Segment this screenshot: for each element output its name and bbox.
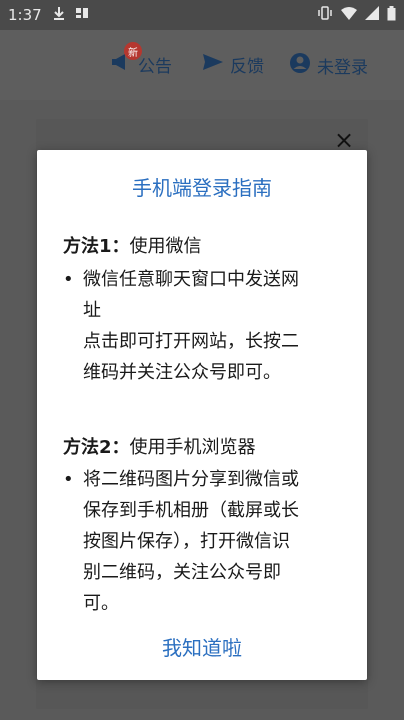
announcement-badge: 新 (124, 42, 142, 60)
user-icon (289, 52, 317, 79)
wifi-icon (341, 6, 357, 24)
method1-line: 维码并关注公众号即可。 (83, 362, 281, 383)
vibrate-icon (317, 6, 333, 24)
method2-line: 保存到手机相册（截屏或长 (83, 500, 299, 521)
bullet-dot-icon: • (63, 469, 74, 490)
app-header: 新 公告 反馈 未登录 (0, 30, 404, 100)
battery-icon (387, 5, 396, 25)
status-bar: 1:37 (0, 0, 404, 30)
signal-icon (365, 6, 379, 24)
send-icon (202, 52, 230, 77)
login-button[interactable]: 未登录 (289, 52, 368, 79)
method1-text: 微信任意聊天窗口中发送网 址 (83, 264, 333, 326)
bullet-dot-icon: • (63, 269, 74, 290)
method1-colon: ： (111, 236, 130, 257)
feedback-label: 反馈 (230, 57, 264, 77)
feedback-button[interactable]: 反馈 (202, 52, 264, 77)
method2-bullet: • 将二维码图片分享到微信或 保存到手机相册（截屏或长 按图片保存），打开微信识… (63, 464, 333, 624)
method2-heading: 方法2：使用手机浏览器 (63, 433, 256, 459)
announcement-button[interactable]: 新 公告 (110, 42, 172, 77)
method2-text: 将二维码图片分享到微信或 保存到手机相册（截屏或长 按图片保存），打开微信识 别… (83, 464, 333, 619)
method2-name: 使用手机浏览器 (129, 437, 256, 458)
app-notification-icon (74, 6, 90, 24)
login-label: 未登录 (317, 58, 368, 78)
status-time: 1:37 (8, 6, 42, 24)
method2-line: 按图片保存），打开微信识 (83, 531, 290, 552)
megaphone-icon: 新 (110, 42, 142, 77)
method1-name: 使用微信 (129, 236, 202, 257)
method2-label: 方法2 (63, 437, 112, 458)
method1-heading: 方法1：使用微信 (63, 232, 202, 258)
method2-line: 可。 (83, 593, 119, 614)
download-icon (52, 6, 66, 24)
method2-line: 将二维码图片分享到微信或 (83, 469, 299, 490)
method1-line: 址 (83, 300, 101, 321)
login-guide-dialog: 手机端登录指南 方法1：使用微信 • 微信任意聊天窗口中发送网 址 点击即可打开… (37, 150, 367, 680)
method1-continuation: 点击即可打开网站，长按二 维码并关注公众号即可。 (63, 326, 333, 396)
method1-label: 方法1 (63, 236, 112, 257)
method1-text-cont: 点击即可打开网站，长按二 维码并关注公众号即可。 (83, 326, 333, 388)
confirm-button[interactable]: 我知道啦 (37, 632, 367, 661)
method1-line: 微信任意聊天窗口中发送网 (83, 269, 299, 290)
dialog-title: 手机端登录指南 (132, 176, 272, 200)
announcement-label: 公告 (138, 57, 172, 77)
status-right-icons (317, 5, 396, 25)
method1-line: 点击即可打开网站，长按二 (83, 331, 299, 352)
close-icon[interactable]: × (334, 128, 354, 152)
method2-colon: ： (111, 437, 130, 458)
method2-line: 别二维码，关注公众号即 (83, 562, 281, 583)
